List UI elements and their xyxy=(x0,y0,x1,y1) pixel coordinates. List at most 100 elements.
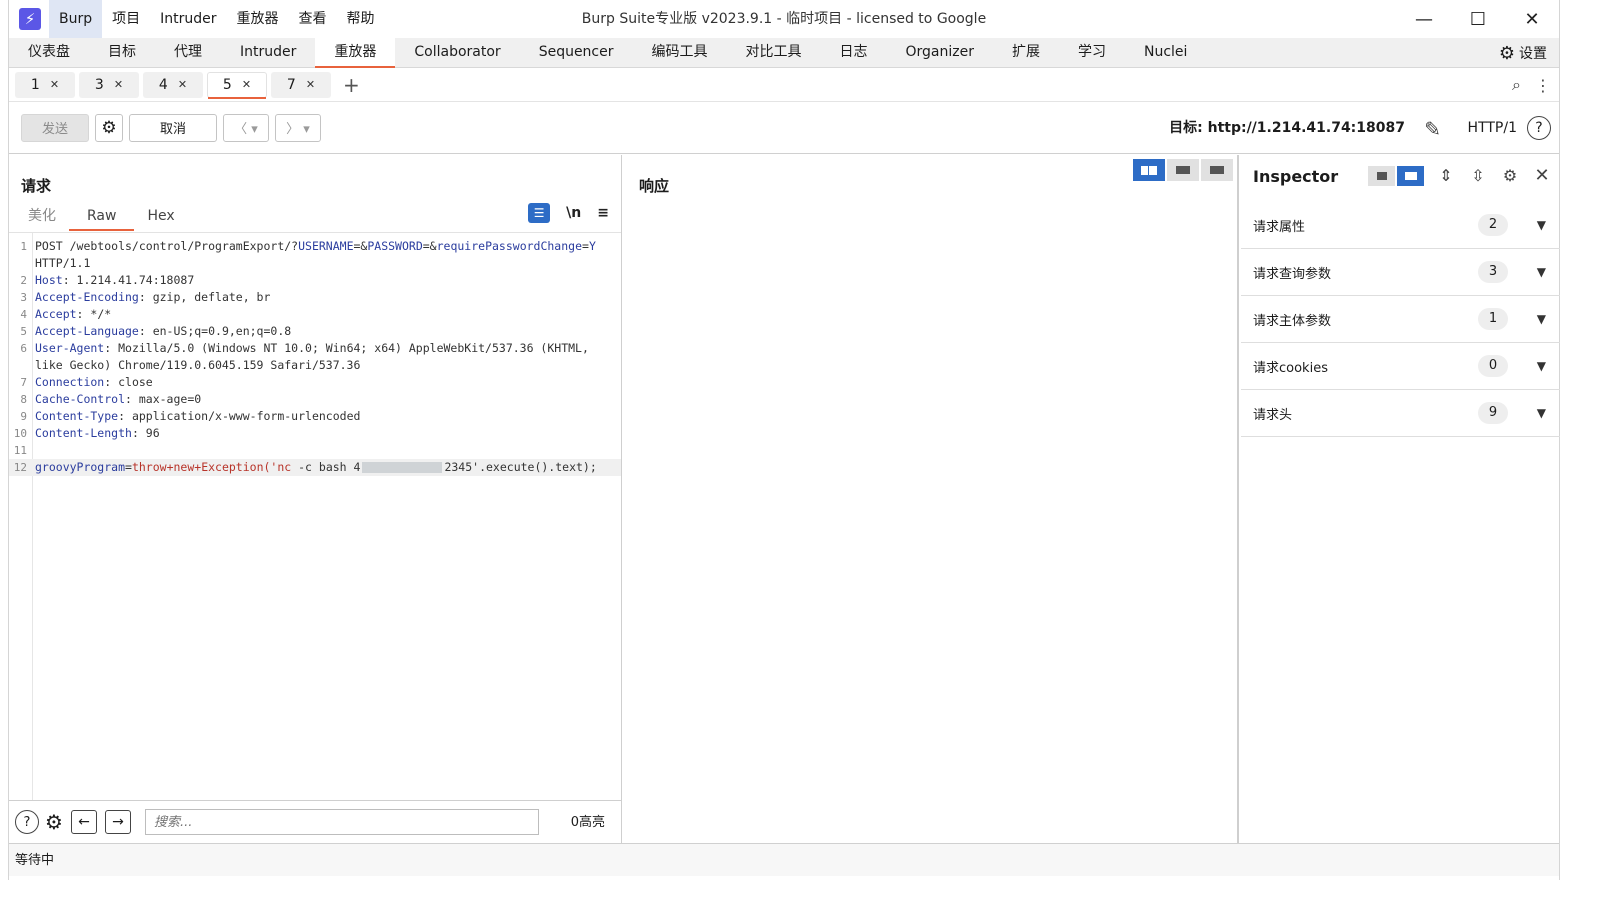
inspector-body-params[interactable]: 请求主体参数 1 ▼ xyxy=(1241,296,1560,343)
search-input[interactable] xyxy=(144,809,539,835)
header-key: USERNAME xyxy=(298,239,354,253)
code-line: 10 Content-Length: 96 xyxy=(9,425,621,442)
help-icon[interactable]: ? xyxy=(1527,116,1551,140)
tab-proxy[interactable]: 代理 xyxy=(155,38,221,68)
show-newlines-button[interactable]: \n xyxy=(566,205,581,221)
repeater-tab-5[interactable]: 5 ✕ xyxy=(207,71,267,99)
search-settings-gear-icon[interactable]: ⚙ xyxy=(45,810,63,834)
close-tab-icon[interactable]: ✕ xyxy=(114,78,123,91)
code-text: like Gecko) Chrome/119.0.6045.159 Safari… xyxy=(35,358,361,372)
close-window-icon[interactable]: ✕ xyxy=(1505,0,1559,38)
repeater-tab-3[interactable]: 3 ✕ xyxy=(79,71,139,98)
collapse-all-icon[interactable]: ⇳ xyxy=(1468,166,1488,185)
line-text: User-Agent: Mozilla/5.0 (Windows NT 10.0… xyxy=(35,340,589,357)
inspector-layout-right-icon[interactable] xyxy=(1397,165,1424,186)
line-number: 10 xyxy=(13,427,27,440)
settings-button[interactable]: ⚙ 设置 xyxy=(1499,38,1547,68)
tab-pretty[interactable]: 美化 xyxy=(15,205,69,231)
tab-nuclei[interactable]: Nuclei xyxy=(1125,38,1206,68)
inspector-request-attributes[interactable]: 请求属性 2 ▼ xyxy=(1241,202,1560,249)
layout-side-by-side-icon[interactable] xyxy=(1133,159,1165,181)
code-text: : en-US;q=0.9,en;q=0.8 xyxy=(138,324,292,338)
line-text: Content-Type: application/x-www-form-url… xyxy=(35,408,360,425)
code-text: = xyxy=(125,460,132,474)
tab-dashboard[interactable]: 仪表盘 xyxy=(9,38,89,68)
menu-burp[interactable]: Burp xyxy=(49,0,103,38)
help-icon[interactable]: ? xyxy=(15,810,39,834)
repeater-tab-7[interactable]: 7 ✕ xyxy=(271,71,331,98)
menu-view[interactable]: 查看 xyxy=(289,0,337,38)
tab-collaborator[interactable]: Collaborator xyxy=(395,38,519,68)
minimize-icon[interactable]: — xyxy=(1397,0,1451,38)
redacted-block xyxy=(362,462,443,473)
line-number: 1 xyxy=(20,240,27,253)
code-text: =& xyxy=(353,239,368,253)
tab-intruder[interactable]: Intruder xyxy=(221,38,315,68)
tab-logger[interactable]: 日志 xyxy=(821,38,887,68)
back-history-button[interactable]: 〈 ▾ xyxy=(223,113,269,142)
tab-raw[interactable]: Raw xyxy=(69,205,135,231)
tab-organizer[interactable]: Organizer xyxy=(887,38,993,68)
word-wrap-icon[interactable]: ☰ xyxy=(528,203,551,223)
close-tab-icon[interactable]: ✕ xyxy=(306,78,315,91)
line-text: groovyProgram=throw+new+Exception('nc -c… xyxy=(35,459,597,476)
add-tab-icon[interactable]: + xyxy=(343,73,360,97)
request-editor[interactable]: 1 POST /webtools/control/ProgramExport/?U… xyxy=(9,232,621,800)
send-settings-gear-icon[interactable]: ⚙ xyxy=(95,113,123,142)
repeater-tab-1[interactable]: 1 ✕ xyxy=(15,71,75,98)
tab-comparer[interactable]: 对比工具 xyxy=(727,38,821,68)
status-bar: 等待中 xyxy=(9,843,1559,876)
tab-hex[interactable]: Hex xyxy=(134,205,187,231)
menu-project[interactable]: 项目 xyxy=(102,0,150,38)
line-number: 8 xyxy=(20,393,27,406)
close-tab-icon[interactable]: ✕ xyxy=(178,78,187,91)
repeater-tab-4[interactable]: 4 ✕ xyxy=(143,71,203,98)
menu-repeater[interactable]: 重放器 xyxy=(227,0,289,38)
menu-help[interactable]: 帮助 xyxy=(337,0,385,38)
close-inspector-icon[interactable]: ✕ xyxy=(1532,165,1552,186)
tab-repeater[interactable]: 重放器 xyxy=(315,37,396,68)
tab-learn[interactable]: 学习 xyxy=(1059,38,1125,68)
previous-match-icon[interactable]: ← xyxy=(70,810,97,834)
string-value: throw+new+Exception('nc xyxy=(131,460,292,474)
header-key: groovyProgram xyxy=(35,460,126,474)
send-button[interactable]: 发送 xyxy=(21,113,89,142)
cancel-button[interactable]: 取消 xyxy=(129,113,217,142)
tab-sequencer[interactable]: Sequencer xyxy=(520,38,633,68)
chevron-down-icon: ▼ xyxy=(1536,265,1546,279)
forward-history-button[interactable]: 〉 ▾ xyxy=(275,113,321,142)
inspector-query-params[interactable]: 请求查询参数 3 ▼ xyxy=(1241,249,1560,296)
maximize-icon[interactable]: ☐ xyxy=(1451,0,1505,38)
expand-all-icon[interactable]: ⇕ xyxy=(1436,166,1456,185)
search-icon[interactable]: ⌕ xyxy=(1512,75,1521,95)
editor-menu-icon[interactable]: ≡ xyxy=(597,205,609,221)
repeater-toolbar: 发送 ⚙ 取消 〈 ▾ 〉 ▾ 目标: http://1.214.41.74:1… xyxy=(9,102,1559,154)
layout-stacked-icon[interactable] xyxy=(1167,159,1199,181)
inspector-row-label: 请求属性 xyxy=(1253,219,1306,235)
line-number: 5 xyxy=(20,325,27,338)
response-title: 响应 xyxy=(639,177,670,195)
inspector-layout-left-icon[interactable] xyxy=(1368,165,1395,186)
inspector-gear-icon[interactable]: ⚙ xyxy=(1500,166,1520,185)
code-line: 6 User-Agent: Mozilla/5.0 (Windows NT 10.… xyxy=(9,340,621,357)
tab-target[interactable]: 目标 xyxy=(89,38,155,68)
chevron-down-icon: ▼ xyxy=(1536,218,1546,232)
close-tab-icon[interactable]: ✕ xyxy=(242,78,251,91)
inspector-headers[interactable]: 请求头 9 ▼ xyxy=(1241,390,1560,437)
line-text: Host: 1.214.41.74:18087 xyxy=(35,272,194,289)
http-version-label[interactable]: HTTP/1 xyxy=(1468,102,1517,154)
next-match-icon[interactable]: → xyxy=(104,810,131,834)
code-text: POST /webtools/control/ProgramExport/? xyxy=(35,239,299,253)
layout-tabs-icon[interactable] xyxy=(1201,159,1233,181)
more-options-icon[interactable]: ⋮ xyxy=(1535,76,1551,95)
title-bar: ⚡ Burp 项目 Intruder 重放器 查看 帮助 Burp Suite专… xyxy=(9,0,1559,38)
code-text: : */* xyxy=(76,307,112,321)
line-number: 3 xyxy=(20,291,27,304)
inspector-cookies[interactable]: 请求cookies 0 ▼ xyxy=(1241,343,1560,390)
menu-intruder[interactable]: Intruder xyxy=(150,0,226,38)
close-tab-icon[interactable]: ✕ xyxy=(50,78,59,91)
tab-decoder[interactable]: 编码工具 xyxy=(633,38,727,68)
code-line: 4 Accept: */* xyxy=(9,306,621,323)
tab-extensions[interactable]: 扩展 xyxy=(993,38,1059,68)
edit-target-pencil-icon[interactable]: ✎ xyxy=(1424,117,1441,141)
